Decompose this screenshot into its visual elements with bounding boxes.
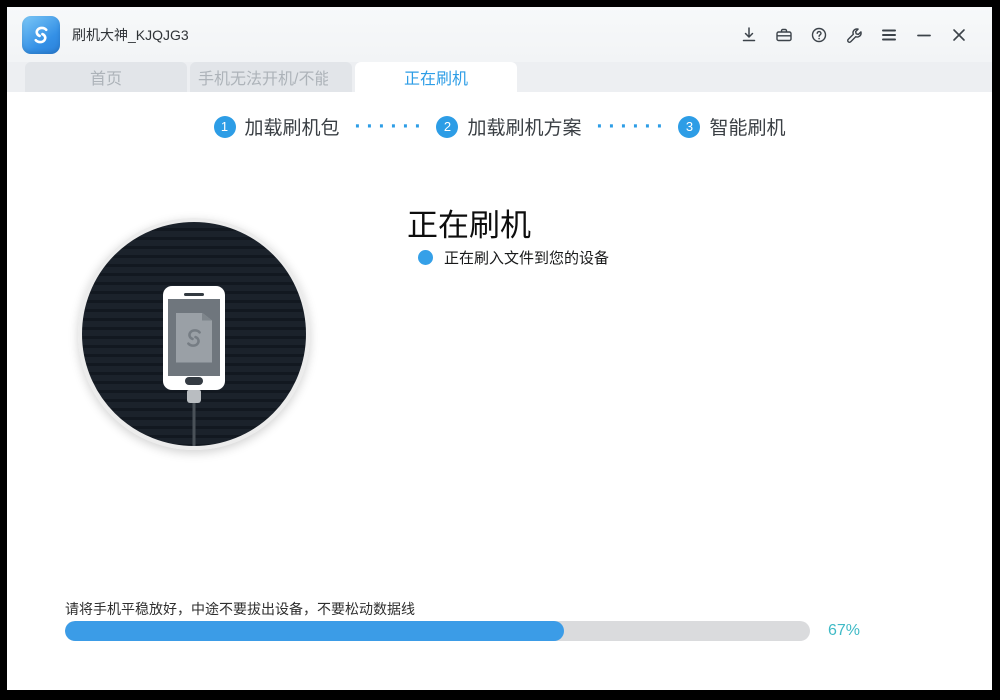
- usb-cable: [193, 403, 196, 450]
- step-indicator: 1 加载刷机包 ······ 2 加载刷机方案 ······ 3 智能刷机: [7, 113, 992, 140]
- tab-bar: 首页 手机无法开机/不能 正在刷机: [7, 62, 992, 92]
- file-fold-corner: [202, 313, 212, 321]
- usb-connector: [187, 390, 201, 403]
- toolbox-icon[interactable]: [773, 24, 795, 46]
- warning-text: 请将手机平稳放好，中途不要拔出设备，不要松动数据线: [65, 599, 415, 619]
- step-smart-flash: 3 智能刷机: [678, 113, 785, 140]
- tab-flashing[interactable]: 正在刷机: [355, 62, 517, 92]
- page-title: 正在刷机: [407, 200, 531, 245]
- step-load-plan: 2 加载刷机方案: [436, 113, 581, 140]
- progress-fill: [65, 621, 564, 641]
- titlebar: 刷机大神_KJQJG3: [7, 7, 992, 62]
- close-icon[interactable]: [948, 24, 970, 46]
- help-icon[interactable]: [808, 24, 830, 46]
- phone-graphic: [163, 286, 225, 390]
- status-text: 正在刷入文件到您的设备: [444, 247, 609, 268]
- step-load-package: 1 加载刷机包: [214, 113, 340, 140]
- firmware-file-icon: [176, 313, 212, 363]
- phone-home-button: [185, 377, 203, 385]
- app-window: 刷机大神_KJQJG3: [7, 7, 992, 690]
- menu-icon[interactable]: [878, 24, 900, 46]
- status-dot: [418, 250, 433, 265]
- device-illustration: [78, 218, 310, 450]
- step-separator-dots: ······: [592, 116, 669, 138]
- tab-home[interactable]: 首页: [25, 62, 187, 92]
- download-icon[interactable]: [738, 24, 760, 46]
- tab-phone-wont-boot[interactable]: 手机无法开机/不能: [190, 62, 352, 92]
- app-logo-icon: [22, 16, 60, 54]
- window-title: 刷机大神_KJQJG3: [72, 25, 189, 45]
- titlebar-actions: [738, 24, 992, 46]
- progress-percent: 67%: [828, 622, 860, 640]
- progress-bar: [65, 621, 810, 641]
- wrench-icon[interactable]: [843, 24, 865, 46]
- phone-earpiece: [184, 293, 204, 296]
- status-row: 正在刷入文件到您的设备: [418, 247, 609, 268]
- minimize-icon[interactable]: [913, 24, 935, 46]
- step-1-badge: 1: [214, 116, 236, 138]
- phone-screen: [168, 299, 220, 376]
- step-2-badge: 2: [436, 116, 458, 138]
- step-3-badge: 3: [678, 116, 700, 138]
- step-separator-dots: ······: [350, 116, 427, 138]
